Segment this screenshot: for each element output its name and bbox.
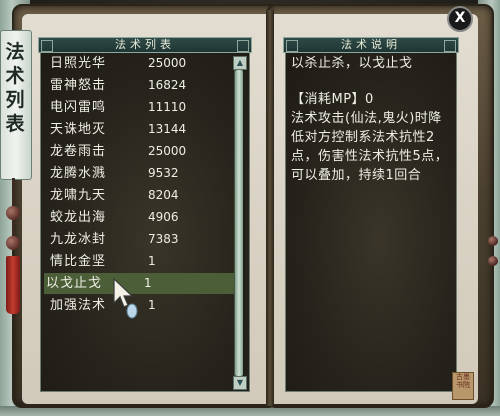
scroll-down-button[interactable]: ▼	[233, 376, 247, 390]
spell-motto: 以杀止杀，以戈止戈	[291, 56, 413, 71]
spell-name: 电闪雷鸣	[50, 100, 107, 115]
spell-row[interactable]: 九龙冰封 7383	[48, 229, 234, 250]
header-corner-ornament	[41, 40, 53, 52]
mp-cost: 【消耗MP】0	[291, 92, 374, 107]
seal-stamp: 古墨书院	[452, 372, 474, 400]
spell-value: 1	[148, 298, 156, 312]
spell-description-header: 法术说明	[283, 37, 459, 53]
spell-value: 13144	[148, 122, 187, 136]
spell-name: 加强法术	[50, 298, 107, 313]
spell-row[interactable]: 电闪雷鸣 11110	[48, 97, 234, 118]
tassel-bead	[6, 206, 20, 220]
spell-description-text: 以杀止杀，以戈止戈 【消耗MP】0 法术攻击(仙法,鬼火)时降低对方控制系法术抗…	[291, 54, 455, 185]
spell-name: 以戈止戈	[46, 276, 103, 291]
spell-list-title: 法术列表	[115, 38, 175, 51]
spell-value: 25000	[148, 56, 187, 70]
spell-row[interactable]: 雷神怒击 16824	[48, 75, 234, 96]
spell-effect: 法术攻击(仙法,鬼火)时降低对方控制系法术抗性2点，伤害性法术抗性5点，可以叠加…	[291, 111, 449, 183]
spell-name: 龙腾水溅	[50, 166, 107, 181]
spell-book-window: 法术列表 日照光华 25000 雷神怒击 16824 电闪雷鸣 11110 天诛地灭 1314…	[0, 0, 500, 416]
spell-name: 龙啸九天	[50, 188, 107, 203]
side-tab-text: 法术列表	[5, 41, 25, 135]
header-corner-ornament	[286, 40, 298, 52]
spell-value: 9532	[148, 166, 179, 180]
spell-name: 蛟龙出海	[50, 210, 107, 225]
right-bead	[488, 236, 498, 246]
scroll-up-button[interactable]: ▲	[233, 56, 247, 70]
spell-name: 日照光华	[50, 56, 107, 71]
spell-value: 11110	[148, 100, 187, 114]
spell-name: 雷神怒击	[50, 78, 107, 93]
spell-row[interactable]: 天诛地灭 13144	[48, 119, 234, 140]
spell-value: 1	[148, 254, 156, 268]
spell-row[interactable]: 龙卷雨击 25000	[48, 141, 234, 162]
spell-row[interactable]: 龙腾水溅 9532	[48, 163, 234, 184]
spell-name: 情比金坚	[50, 254, 107, 269]
spell-name: 龙卷雨击	[50, 144, 107, 159]
spell-value: 25000	[148, 144, 187, 158]
spell-name: 天诛地灭	[50, 122, 107, 137]
spell-row[interactable]: 日照光华 25000	[48, 53, 234, 74]
red-tassel	[6, 256, 20, 314]
spell-value: 8204	[148, 188, 179, 202]
scrollbar-thumb[interactable]	[235, 70, 243, 376]
spell-list-header: 法术列表	[38, 37, 252, 53]
spell-name: 九龙冰封	[50, 232, 107, 247]
spell-row[interactable]: 情比金坚 1	[48, 251, 234, 272]
header-corner-ornament	[237, 40, 249, 52]
book-spine	[266, 10, 274, 406]
close-button[interactable]: X	[447, 6, 473, 32]
spell-value: 1	[144, 276, 152, 290]
spell-value: 4906	[148, 210, 179, 224]
tassel-bead	[6, 236, 20, 250]
pointer-cursor-icon	[113, 277, 138, 319]
side-tab-label: 法术列表	[1, 40, 29, 136]
spell-row[interactable]: 蛟龙出海 4906	[48, 207, 234, 228]
spell-value: 16824	[148, 78, 187, 92]
spell-description-title: 法术说明	[341, 38, 401, 51]
spell-row[interactable]: 龙啸九天 8204	[48, 185, 234, 206]
header-corner-ornament	[444, 40, 456, 52]
right-bead	[488, 256, 498, 266]
spell-value: 7383	[148, 232, 179, 246]
